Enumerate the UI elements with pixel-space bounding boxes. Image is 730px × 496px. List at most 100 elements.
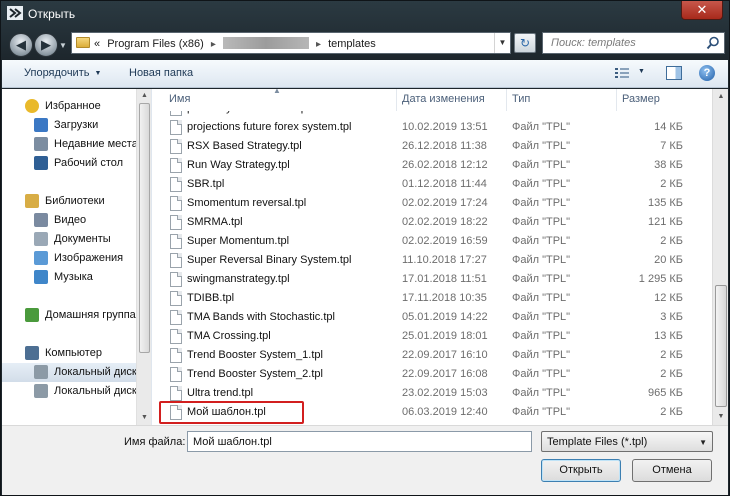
- file-row[interactable]: Super Reversal Binary System.tpl 11.10.20…: [153, 251, 711, 270]
- file-row[interactable]: RSX Based Strategy.tpl 26.12.2018 11:38 Фа…: [153, 137, 711, 156]
- file-type: Файл "TPL": [512, 273, 571, 285]
- breadcrumb-program-files[interactable]: Program Files (x86): [107, 38, 204, 50]
- file-row[interactable]: Мой шаблон.tpl 06.03.2019 12:40 Файл "TPL"…: [153, 403, 711, 422]
- breadcrumb-overflow[interactable]: «: [94, 38, 100, 50]
- file-row[interactable]: Trend Booster System_1.tpl 22.09.2017 16:…: [153, 346, 711, 365]
- nav-item[interactable]: Домашняя группа: [2, 306, 136, 325]
- filename-field[interactable]: [187, 431, 532, 452]
- file-row[interactable]: TMA Bands with Stochastic.tpl 05.01.2019 …: [153, 308, 711, 327]
- file-date: 23.02.2019 15:03: [402, 387, 488, 399]
- nav-item-label: Изображения: [54, 252, 124, 264]
- file-row[interactable]: Ultra trend.tpl 23.02.2019 15:03 Файл "TPL…: [153, 384, 711, 403]
- back-button[interactable]: ◀: [9, 33, 33, 57]
- recent-pages-dropdown-icon[interactable]: ▼: [59, 41, 67, 50]
- nav-item[interactable]: Документы: [2, 230, 136, 249]
- file-row[interactable]: TDIBB.tpl 17.11.2018 10:35 Файл "TPL" 12 КБ: [153, 289, 711, 308]
- file-row[interactable]: Run Way Strategy.tpl 26.02.2018 12:12 Файл…: [153, 156, 711, 175]
- nav-item-label: Компьютер: [45, 347, 102, 359]
- forward-button[interactable]: ▶: [34, 33, 58, 57]
- file-date: 02.02.2019 18:22: [402, 216, 488, 228]
- file-date: 17.11.2018 10:35: [402, 292, 487, 304]
- file-name: SMRMA.tpl: [187, 216, 243, 228]
- scrollbar-thumb[interactable]: [715, 285, 727, 407]
- nav-item[interactable]: Локальный диск: [2, 363, 136, 382]
- file-row[interactable]: SMRMA.tpl 02.02.2019 18:22 Файл "TPL" 121 К…: [153, 213, 711, 232]
- scroll-down-icon[interactable]: ▼: [713, 409, 728, 425]
- address-dropdown-icon[interactable]: ▼: [494, 33, 510, 53]
- new-folder-button[interactable]: Новая папка: [129, 67, 193, 79]
- search-icon[interactable]: [706, 36, 720, 50]
- file-icon: [170, 329, 182, 344]
- column-name[interactable]: Имя: [169, 93, 190, 105]
- file-type: Файл "TPL": [512, 140, 571, 152]
- column-divider[interactable]: [506, 89, 507, 111]
- file-row[interactable]: Trend Booster System_2.tpl 22.09.2017 16:…: [153, 365, 711, 384]
- breadcrumb-separator[interactable]: ▸: [316, 39, 321, 50]
- file-row[interactable]: TMA Crossing.tpl 25.01.2019 18:01 Файл "TP…: [153, 327, 711, 346]
- file-icon: [170, 196, 182, 211]
- column-date[interactable]: Дата изменения: [402, 93, 485, 105]
- nav-item[interactable]: Недавние места: [2, 135, 136, 154]
- view-options-icon[interactable]: [615, 67, 629, 79]
- window-title: Открыть: [28, 7, 76, 21]
- search-input[interactable]: Поиск: templates: [551, 37, 636, 49]
- breadcrumb-separator[interactable]: ▸: [211, 39, 216, 50]
- column-divider[interactable]: [396, 89, 397, 111]
- open-button[interactable]: Открыть: [541, 459, 621, 482]
- file-date: 06.03.2019 12:40: [402, 406, 488, 418]
- music-icon: [34, 270, 48, 284]
- filename-input[interactable]: [188, 432, 531, 451]
- nav-item[interactable]: Локальный диск: [2, 382, 136, 401]
- title-bar[interactable]: Открыть ✕: [1, 1, 729, 27]
- nav-item[interactable]: Рабочий стол: [2, 154, 136, 173]
- nav-item[interactable]: Изображения: [2, 249, 136, 268]
- cancel-button[interactable]: Отмена: [632, 459, 712, 482]
- file-row[interactable]: swingmanstrategy.tpl 17.01.2018 11:51 Файл…: [153, 270, 711, 289]
- file-row[interactable]: projections future forex system.tpl 10.02…: [153, 118, 711, 137]
- scroll-up-icon[interactable]: ▲: [713, 89, 728, 105]
- file-type: Файл "TPL": [512, 216, 571, 228]
- column-size[interactable]: Размер: [622, 93, 660, 105]
- view-dropdown-icon[interactable]: ▼: [638, 68, 645, 75]
- preview-pane-icon[interactable]: [666, 66, 682, 80]
- scroll-down-icon[interactable]: ▼: [137, 411, 151, 425]
- file-type: Файл "TPL": [512, 121, 571, 133]
- navigation-scrollbar[interactable]: ▲ ▼: [136, 89, 151, 425]
- nav-item[interactable]: Компьютер: [2, 344, 136, 363]
- file-list: power dynamite arcas.tpl01.12.2018 9:55Ф…: [153, 89, 728, 425]
- nav-item[interactable]: Избранное: [2, 97, 136, 116]
- file-date: 05.01.2019 14:22: [402, 311, 488, 323]
- file-type-select[interactable]: Template Files (*.tpl) ▼: [541, 431, 713, 452]
- organize-button[interactable]: Упорядочить ▼: [24, 67, 101, 79]
- nav-item-label: Локальный диск: [54, 385, 136, 397]
- breadcrumb-templates[interactable]: templates: [328, 38, 376, 50]
- file-size: 3 КБ: [660, 311, 683, 323]
- file-icon: [170, 215, 182, 230]
- file-row[interactable]: SBR.tpl 01.12.2018 11:44 Файл "TPL" 2 КБ: [153, 175, 711, 194]
- nav-item[interactable]: Музыка: [2, 268, 136, 287]
- search-box[interactable]: Поиск: templates: [542, 32, 725, 54]
- refresh-button[interactable]: ↻: [514, 33, 536, 53]
- video-icon: [34, 213, 48, 227]
- column-divider[interactable]: [616, 89, 617, 111]
- file-icon: [170, 234, 182, 249]
- scroll-up-icon[interactable]: ▲: [137, 89, 151, 103]
- file-name: SBR.tpl: [187, 178, 225, 190]
- scrollbar-thumb[interactable]: [139, 103, 150, 353]
- file-size: 7 КБ: [660, 140, 683, 152]
- breadcrumb-redacted[interactable]: [222, 37, 309, 49]
- nav-item[interactable]: Видео: [2, 211, 136, 230]
- file-date: 11.10.2018 17:27: [402, 254, 487, 266]
- file-row[interactable]: Smomentum reversal.tpl 02.02.2019 17:24 Фа…: [153, 194, 711, 213]
- file-type: Файл "TPL": [512, 406, 571, 418]
- column-type[interactable]: Тип: [512, 93, 530, 105]
- file-list-scrollbar[interactable]: ▲ ▼: [712, 89, 728, 425]
- nav-item[interactable]: Библиотеки: [2, 192, 136, 211]
- help-icon[interactable]: ?: [699, 65, 715, 81]
- file-row[interactable]: Super Momentum.tpl 02.02.2019 16:59 Файл "…: [153, 232, 711, 251]
- close-button[interactable]: ✕: [681, 1, 723, 20]
- nav-item[interactable]: Загрузки: [2, 116, 136, 135]
- address-bar[interactable]: « Program Files (x86) ▸ ▸ templates ▼: [71, 32, 511, 54]
- file-size: 20 КБ: [654, 254, 683, 266]
- file-type: Файл "TPL": [512, 387, 571, 399]
